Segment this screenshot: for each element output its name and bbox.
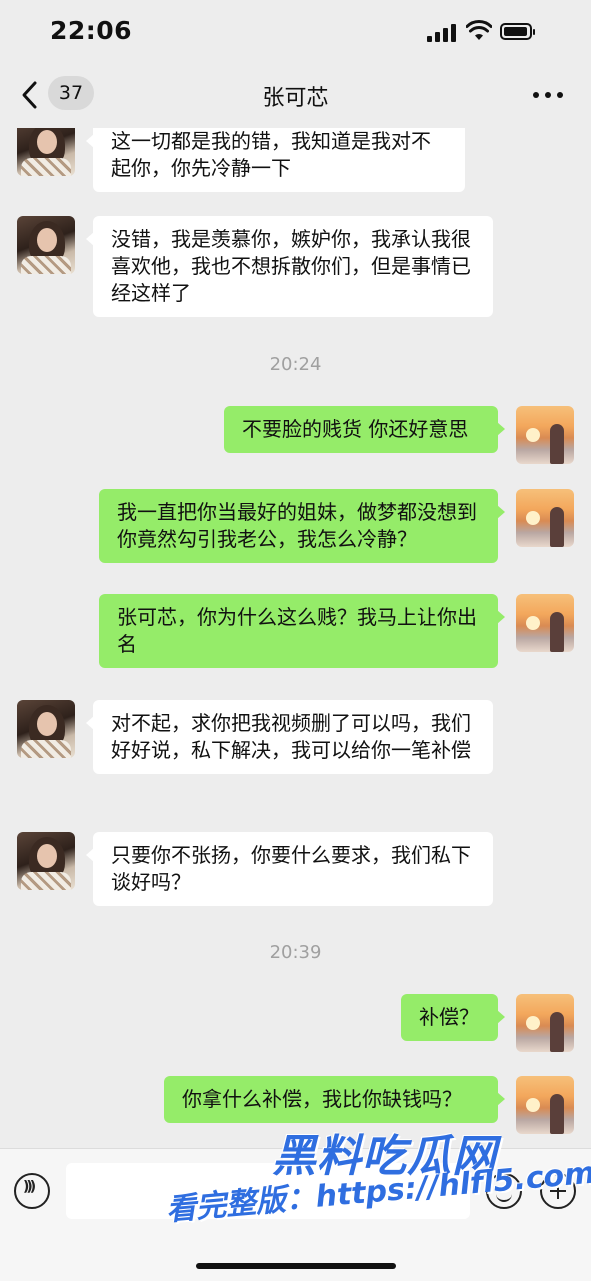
my-avatar[interactable] — [516, 1076, 574, 1134]
wifi-icon — [466, 20, 492, 40]
my-avatar[interactable] — [516, 489, 574, 547]
contact-avatar[interactable] — [17, 832, 75, 890]
my-avatar[interactable] — [516, 994, 574, 1052]
outgoing-message-bubble[interactable]: 张可芯，你为什么这么贱？我马上让你出名 — [99, 594, 505, 668]
chat-title: 张可芯 — [262, 86, 329, 111]
outgoing-message-bubble[interactable]: 你拿什么补偿，我比你缺钱吗？ — [164, 1076, 505, 1123]
cellular-signal-icon — [427, 24, 457, 42]
outgoing-message-bubble[interactable]: 不要脸的贱货 你还好意思 — [224, 406, 505, 453]
outgoing-message-bubble[interactable]: 我一直把你当最好的姐妹，做梦都没想到你竟然勾引我老公，我怎么冷静？ — [99, 489, 505, 563]
incoming-message-bubble[interactable]: 这一切都是我的错，我知道是我对不起你，你先冷静一下 — [86, 128, 465, 192]
contact-avatar[interactable] — [17, 128, 75, 176]
message-list[interactable]: 这一切都是我的错，我知道是我对不起你，你先冷静一下 没错，我是羡慕你，嫉妒你，我… — [0, 128, 591, 1148]
home-indicator — [196, 1263, 396, 1269]
chat-header: 37 张可芯 — [0, 62, 591, 128]
voice-input-button[interactable] — [14, 1173, 50, 1209]
incoming-message-bubble[interactable]: 没错，我是羡慕你，嫉妒你，我承认我很喜欢他，我也不想拆散你们，但是事情已经这样了 — [86, 216, 493, 317]
status-bar: 22:06 — [0, 0, 591, 62]
incoming-message-bubble[interactable]: 对不起，求你把我视频删了可以吗，我们好好说，私下解决，我可以给你一笔补偿 — [86, 700, 493, 774]
contact-avatar[interactable] — [17, 216, 75, 274]
chat-timestamp: 20:39 — [269, 942, 322, 963]
chat-timestamp: 20:24 — [269, 354, 322, 375]
contact-avatar[interactable] — [17, 700, 75, 758]
my-avatar[interactable] — [516, 594, 574, 652]
battery-icon — [500, 23, 535, 40]
status-time: 22:06 — [50, 16, 133, 45]
my-avatar[interactable] — [516, 406, 574, 464]
outgoing-message-bubble[interactable]: 补偿？ — [401, 994, 505, 1041]
incoming-message-bubble[interactable]: 只要你不张扬，你要什么要求，我们私下谈好吗？ — [86, 832, 493, 906]
more-options-icon[interactable] — [533, 92, 563, 100]
